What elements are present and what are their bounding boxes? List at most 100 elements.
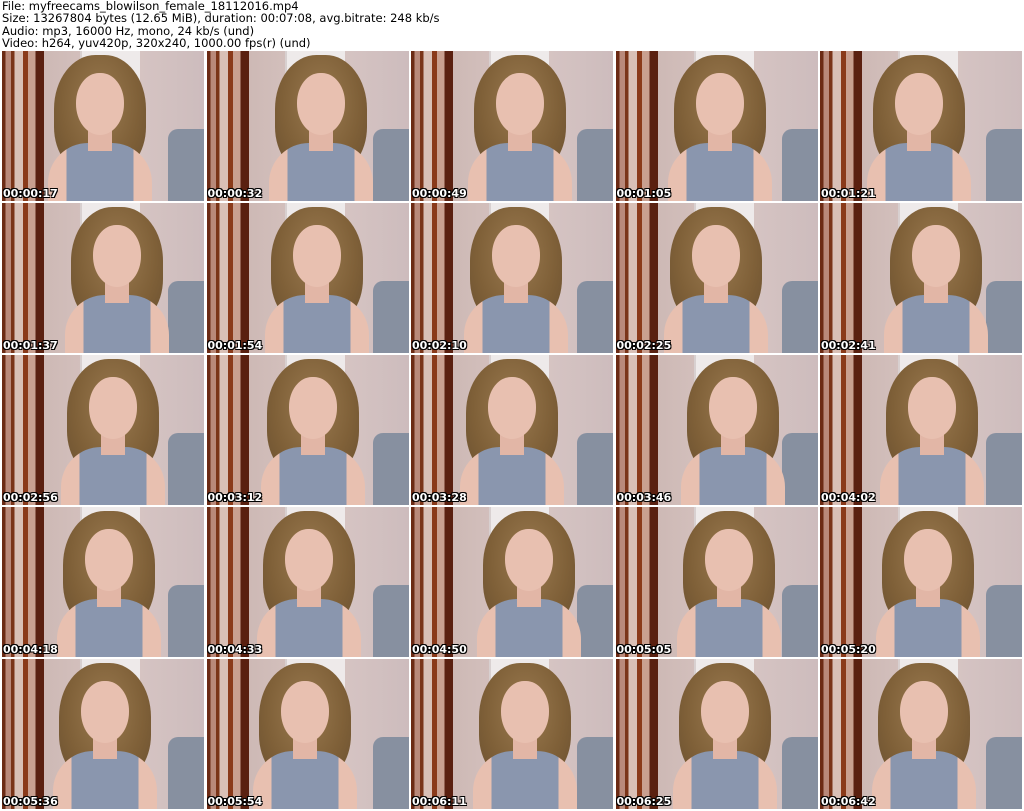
torso — [468, 143, 572, 201]
torso — [252, 751, 357, 809]
person — [824, 355, 1022, 505]
timestamp: 00:02:10 — [412, 339, 467, 352]
person — [617, 659, 818, 809]
file-size: Size: 13267804 bytes (12.65 MiB), durati… — [2, 11, 440, 26]
video-thumbnail: 00:05:54 — [206, 659, 409, 809]
timestamp: 00:06:25 — [616, 795, 672, 808]
person — [820, 507, 1022, 657]
video-thumbnail: 00:05:05 — [615, 507, 818, 657]
timestamp: 00:00:49 — [412, 187, 467, 200]
face — [292, 225, 341, 287]
face — [912, 225, 960, 287]
person — [621, 507, 818, 657]
person — [5, 355, 204, 505]
person — [2, 659, 199, 809]
video-thumbnail: 00:04:18 — [2, 507, 204, 657]
person — [828, 203, 1022, 353]
video-info: Video: h264, yuv420p, 320x240, 1000.00 f… — [2, 36, 311, 51]
video-thumbnail: 00:02:41 — [820, 203, 1022, 353]
torso — [473, 751, 577, 809]
person — [213, 51, 409, 201]
face — [488, 377, 536, 439]
video-thumbnail: 00:04:50 — [411, 507, 613, 657]
video-thumbnail: 00:03:28 — [411, 355, 613, 505]
torso — [880, 447, 984, 505]
video-thumbnail: 00:02:56 — [2, 355, 204, 505]
face — [76, 73, 124, 135]
video-thumbnail: 00:06:25 — [615, 659, 818, 809]
face — [284, 529, 333, 591]
face — [496, 73, 544, 135]
face — [704, 529, 753, 591]
face — [89, 377, 137, 439]
person — [2, 51, 194, 201]
timestamp: 00:05:20 — [821, 643, 876, 656]
torso — [663, 295, 768, 353]
timestamp: 00:01:21 — [821, 187, 876, 200]
torso — [680, 447, 785, 505]
person — [820, 51, 1013, 201]
person — [207, 659, 399, 809]
person — [412, 51, 613, 201]
timestamp: 00:06:42 — [821, 795, 876, 808]
person — [411, 203, 610, 353]
timestamp: 00:04:18 — [3, 643, 58, 656]
face — [81, 681, 129, 743]
video-thumbnail: 00:05:20 — [820, 507, 1022, 657]
timestamp: 00:02:25 — [616, 339, 672, 352]
torso — [867, 143, 971, 201]
torso — [676, 599, 781, 657]
torso — [667, 143, 772, 201]
face — [700, 681, 749, 743]
person — [616, 51, 814, 201]
video-thumbnail: 00:01:37 — [2, 203, 204, 353]
video-thumbnail: 00:01:54 — [206, 203, 409, 353]
face — [280, 681, 329, 743]
face — [296, 73, 345, 135]
file-info: File: myfreecams_blowilson_female_181120… — [2, 0, 440, 50]
torso — [876, 599, 980, 657]
face — [492, 225, 540, 287]
face — [501, 681, 549, 743]
torso — [65, 295, 169, 353]
person — [411, 355, 606, 505]
timestamp: 00:05:54 — [207, 795, 263, 808]
timestamp: 00:00:17 — [3, 187, 58, 200]
face — [691, 225, 740, 287]
video-thumbnail: 00:03:46 — [615, 355, 818, 505]
person — [9, 203, 204, 353]
timestamp: 00:01:05 — [616, 187, 672, 200]
timestamp: 00:05:36 — [3, 795, 58, 808]
face — [895, 73, 943, 135]
face — [708, 377, 757, 439]
torso — [464, 295, 568, 353]
video-thumbnail: 00:06:42 — [820, 659, 1022, 809]
torso — [477, 599, 581, 657]
timestamp: 00:02:56 — [3, 491, 58, 504]
video-thumbnail: 00:06:11 — [411, 659, 613, 809]
video-thumbnail: 00:00:17 — [2, 51, 204, 201]
face — [85, 529, 133, 591]
video-thumbnail: 00:04:02 — [820, 355, 1022, 505]
video-thumbnail: 00:04:33 — [206, 507, 409, 657]
face — [908, 377, 956, 439]
person — [209, 203, 409, 353]
video-thumbnail: 00:00:49 — [411, 51, 613, 201]
torso — [872, 751, 976, 809]
timestamp: 00:04:02 — [821, 491, 876, 504]
torso — [460, 447, 564, 505]
timestamp: 00:05:05 — [616, 643, 672, 656]
face — [93, 225, 141, 287]
person — [616, 203, 810, 353]
torso — [48, 143, 152, 201]
torso — [672, 751, 777, 809]
torso — [260, 447, 365, 505]
timestamp: 00:03:46 — [616, 491, 672, 504]
person — [207, 507, 403, 657]
thumbnail-grid: 00:00:17 00:00:32 00:00:49 00:01:05 00:01:21… — [2, 51, 1022, 809]
person — [417, 659, 613, 809]
torso — [57, 599, 161, 657]
video-thumbnail: 00:05:36 — [2, 659, 204, 809]
timestamp: 00:02:41 — [821, 339, 876, 352]
video-thumbnail: 00:02:10 — [411, 203, 613, 353]
